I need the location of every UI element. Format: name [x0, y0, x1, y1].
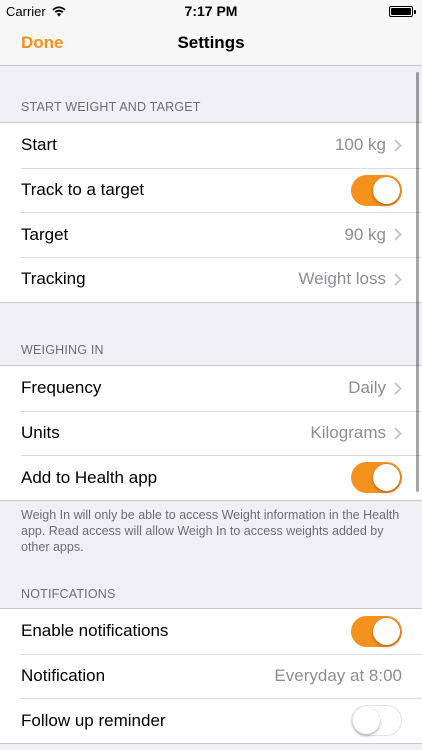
chevron-right-icon — [394, 273, 402, 286]
chevron-right-icon — [394, 139, 402, 152]
battery-icon — [389, 6, 416, 17]
row-units[interactable]: Units Kilograms — [0, 410, 422, 456]
units-value: Kilograms — [310, 423, 386, 443]
row-start[interactable]: Start 100 kg — [0, 123, 422, 168]
health-footer-note: Weigh In will only be able to access Wei… — [21, 508, 400, 554]
follow-up-toggle[interactable] — [351, 705, 402, 737]
notification-label: Notification — [21, 666, 106, 686]
follow-up-label: Follow up reminder — [21, 710, 166, 730]
target-value: 90 kg — [344, 224, 386, 244]
tracking-value: Weight loss — [298, 269, 386, 289]
units-label: Units — [21, 423, 60, 443]
track-target-toggle[interactable] — [351, 174, 402, 206]
group-start-weight: Start 100 kg Track to a target Target 90… — [0, 122, 422, 303]
chevron-right-icon — [394, 228, 402, 241]
section-header-weighing-in: WEIGHING IN — [21, 343, 104, 357]
frequency-value: Daily — [348, 378, 386, 398]
health-app-toggle[interactable] — [351, 462, 402, 494]
row-enable-notifications: Enable notifications — [0, 609, 422, 654]
start-value: 100 kg — [334, 135, 386, 155]
group-notifications: Enable notifications Notification Everyd… — [0, 608, 422, 745]
group-weighing-in: Frequency Daily Units Kilograms Add to H… — [0, 365, 422, 502]
notification-value: Everyday at 8:00 — [274, 666, 402, 686]
toggle-knob — [373, 464, 400, 492]
health-app-label: Add to Health app — [21, 467, 158, 487]
scroll-indicator[interactable] — [416, 72, 419, 492]
settings-screen: Carrier 7:17 PM Done Settings START WEIG… — [0, 0, 422, 750]
row-frequency[interactable]: Frequency Daily — [0, 366, 422, 411]
track-target-label: Track to a target — [21, 180, 145, 200]
toggle-knob — [373, 617, 400, 645]
chevron-right-icon — [394, 382, 402, 395]
toggle-knob — [373, 176, 400, 204]
start-label: Start — [21, 135, 57, 155]
page-title: Settings — [177, 33, 245, 52]
status-time: 7:17 PM — [184, 3, 238, 19]
row-health-app: Add to Health app — [0, 455, 422, 500]
section-header-start-weight: START WEIGHT AND TARGET — [21, 100, 201, 114]
section-header-notifications: NOTIFCATIONS — [21, 587, 116, 601]
navigation-bar: Done Settings — [0, 22, 422, 66]
row-follow-up: Follow up reminder — [0, 698, 422, 743]
enable-notifications-toggle[interactable] — [351, 615, 402, 647]
toggle-knob — [352, 706, 380, 734]
row-track-target: Track to a target — [0, 167, 422, 213]
frequency-label: Frequency — [21, 378, 102, 398]
status-bar: Carrier 7:17 PM — [0, 0, 422, 22]
row-tracking[interactable]: Tracking Weight loss — [0, 257, 422, 302]
tracking-label: Tracking — [21, 269, 86, 289]
target-label: Target — [21, 224, 69, 244]
row-notification[interactable]: Notification Everyday at 8:00 — [0, 653, 422, 699]
battery-fill — [391, 8, 411, 15]
enable-notifications-label: Enable notifications — [21, 621, 169, 641]
row-target[interactable]: Target 90 kg — [0, 212, 422, 257]
chevron-right-icon — [394, 426, 402, 440]
